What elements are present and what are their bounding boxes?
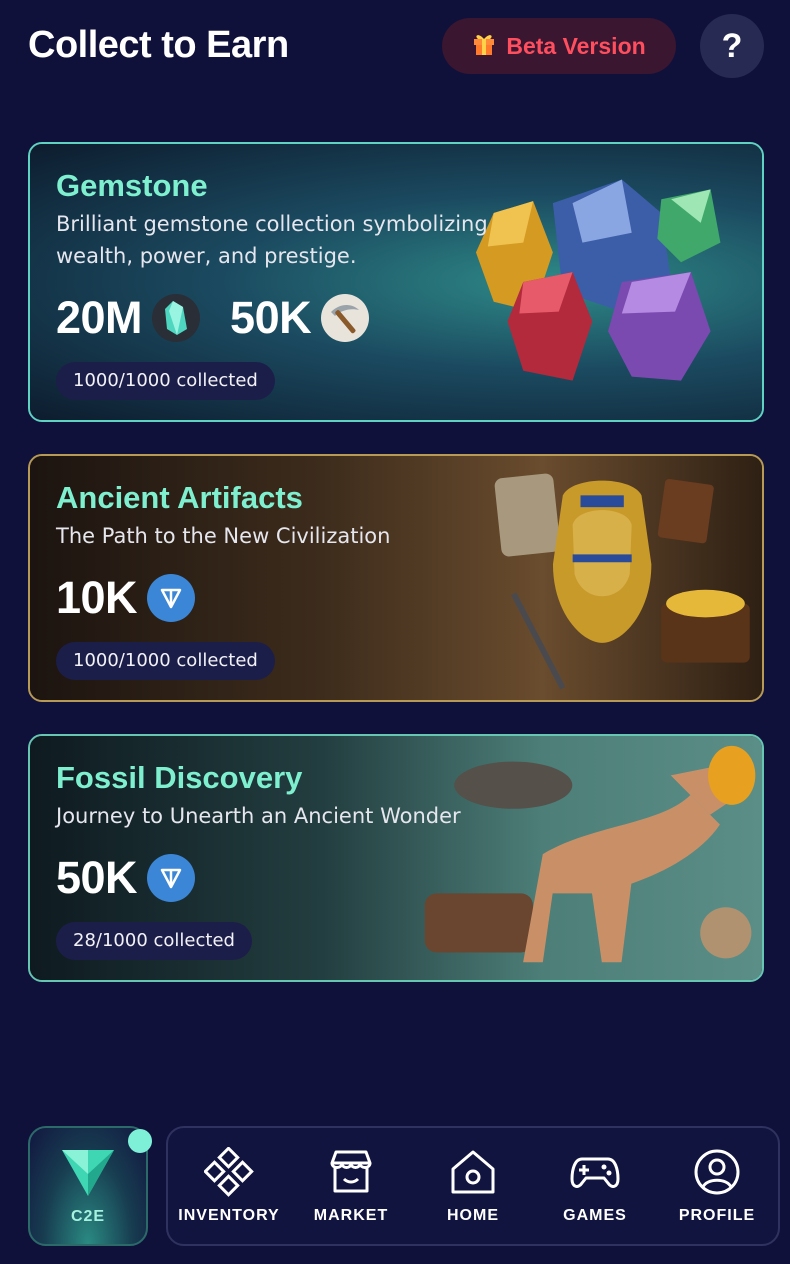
beta-version-label: Beta Version	[506, 32, 646, 59]
rewards-row: 10K	[56, 570, 536, 626]
nav-item-profile[interactable]: PROFILE	[662, 1136, 772, 1236]
reward-amount: 20M	[56, 292, 143, 343]
card-subtitle: The Path to the New Civilization	[56, 524, 391, 548]
reward-amount: 10K	[56, 572, 138, 623]
nav-item-market[interactable]: MARKET	[296, 1136, 406, 1236]
beta-version-button[interactable]: Beta Version	[442, 18, 676, 74]
rewards-row: 20M 50K	[56, 290, 536, 346]
collection-card-fossil-discovery[interactable]: Fossil Discovery Journey to Unearth an A…	[28, 734, 764, 982]
inventory-icon	[204, 1147, 254, 1197]
nav-label: MARKET	[313, 1207, 389, 1224]
collection-card-ancient-artifacts[interactable]: Ancient Artifacts The Path to the New Ci…	[28, 454, 764, 702]
gift-icon	[472, 30, 496, 62]
home-icon	[451, 1150, 495, 1194]
page-title: Collect to Earn	[28, 24, 289, 66]
card-content: Ancient Artifacts The Path to the New Ci…	[56, 478, 536, 680]
market-icon	[330, 1150, 372, 1193]
c2e-label: C2E	[70, 1208, 106, 1225]
collected-badge: 1000/1000 collected	[56, 642, 275, 680]
reward-amount: 50K	[56, 852, 138, 903]
nav-item-home[interactable]: HOME	[418, 1136, 528, 1236]
card-title: Ancient Artifacts	[56, 480, 303, 515]
ton-icon	[147, 574, 196, 622]
card-subtitle: Journey to Unearth an Ancient Wonder	[56, 804, 461, 828]
card-content: Gemstone Brilliant gemstone collection s…	[56, 166, 536, 400]
nav-item-games[interactable]: GAMES	[540, 1136, 650, 1236]
card-title: Fossil Discovery	[56, 760, 303, 795]
nav-label: GAMES	[563, 1207, 627, 1224]
gamepad-icon	[570, 1157, 620, 1188]
help-button[interactable]: ?	[700, 14, 764, 78]
bottom-navbar: INVENTORY MARKET HOME GAMES PROFILE	[166, 1126, 780, 1246]
rewards-row: 50K	[56, 850, 536, 906]
card-title: Gemstone	[56, 168, 208, 203]
header: Collect to Earn Beta Version ?	[0, 0, 790, 100]
ton-icon	[147, 854, 196, 902]
crystal-icon	[152, 294, 201, 342]
card-subtitle: Brilliant gemstone collection symbolizin…	[56, 212, 488, 268]
collection-card-gemstone[interactable]: Gemstone Brilliant gemstone collection s…	[28, 142, 764, 422]
notification-dot	[128, 1129, 152, 1153]
collected-badge: 1000/1000 collected	[56, 362, 275, 400]
card-content: Fossil Discovery Journey to Unearth an A…	[56, 758, 536, 960]
profile-icon	[694, 1149, 740, 1195]
collected-badge: 28/1000 collected	[56, 922, 252, 960]
nav-label: HOME	[447, 1207, 499, 1224]
reward-amount: 50K	[230, 292, 312, 343]
collect-to-earn-screen: Collect to Earn Beta Version ? Gemstone …	[0, 0, 790, 1264]
nav-item-inventory[interactable]: INVENTORY	[174, 1136, 284, 1236]
nav-label: INVENTORY	[178, 1207, 280, 1224]
pickaxe-icon	[321, 294, 370, 342]
nav-label: PROFILE	[678, 1207, 756, 1224]
c2e-logo-icon	[62, 1150, 114, 1196]
